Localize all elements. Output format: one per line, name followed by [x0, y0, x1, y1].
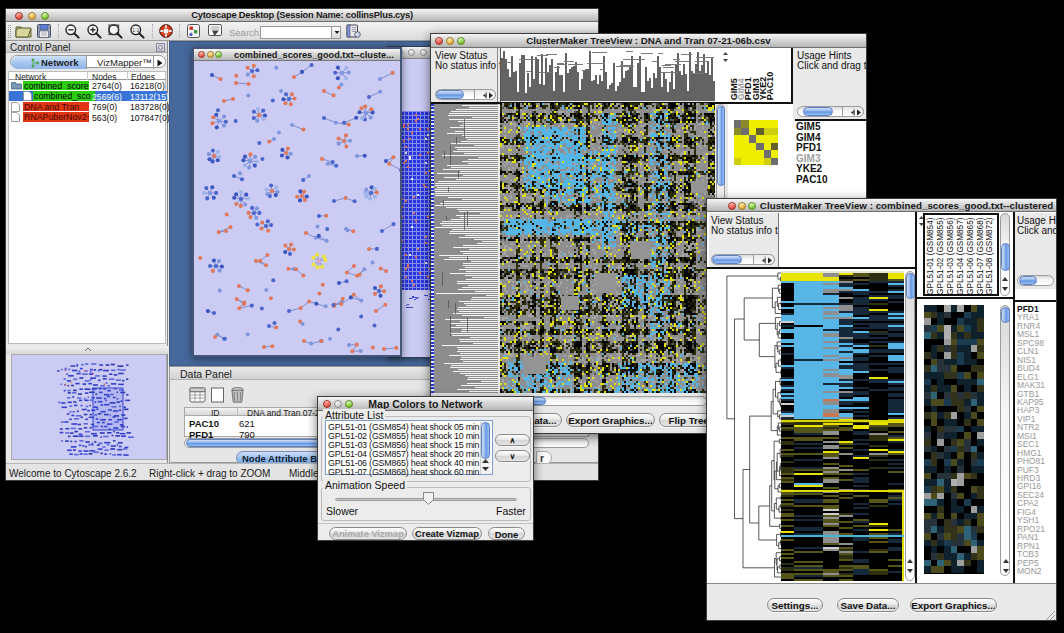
svg-text:1:1: 1:1: [132, 27, 139, 33]
